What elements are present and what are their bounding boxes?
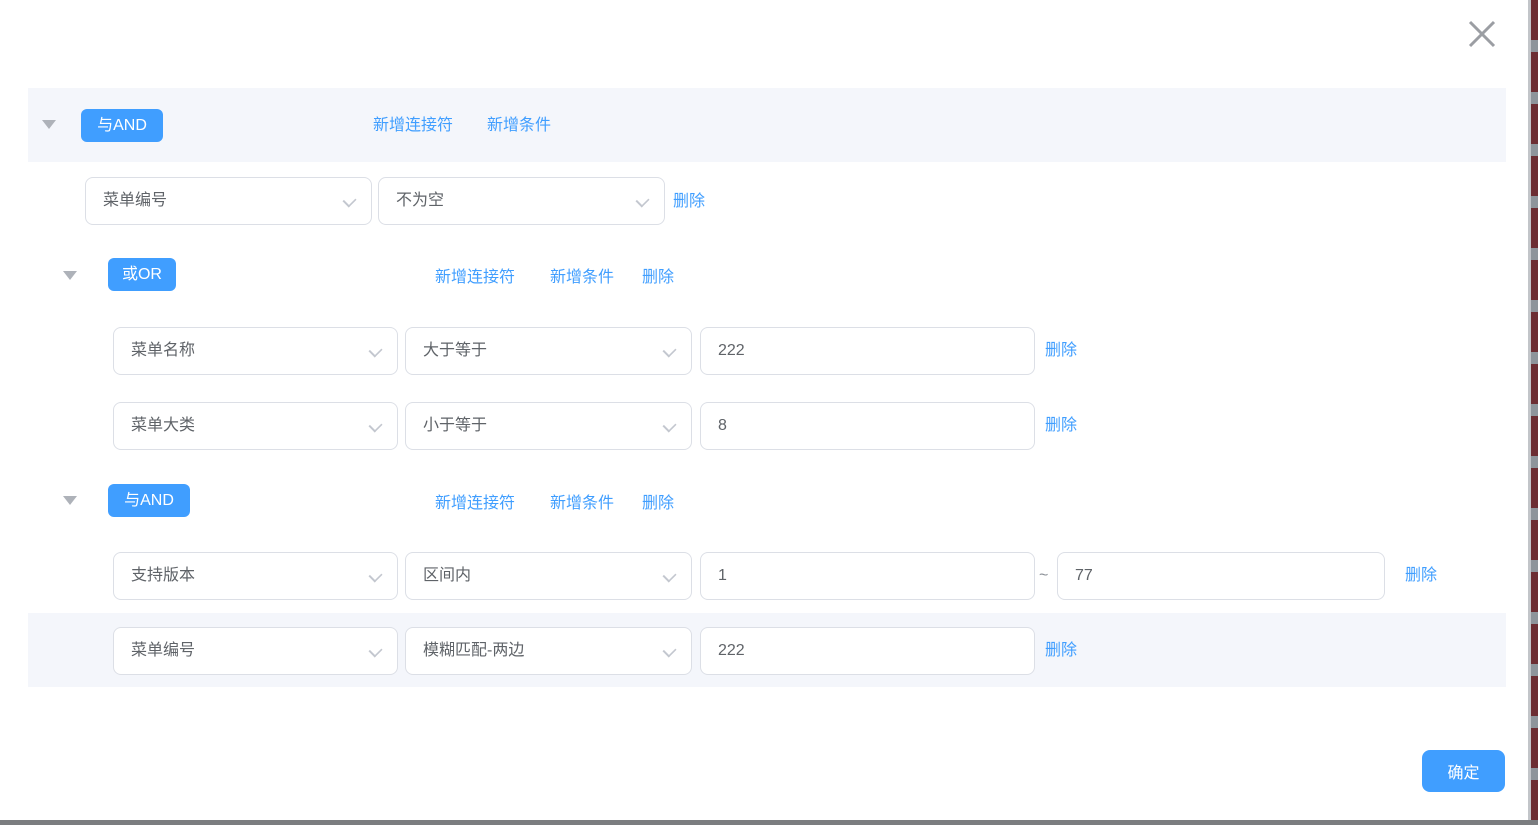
chevron-down-icon (368, 643, 382, 657)
condition-builder-dialog: 与AND 新增连接符 新增条件 菜单编号 不为空 删除 或OR 新增连接符 新增… (0, 0, 1538, 828)
delete-link[interactable]: 删除 (1045, 415, 1077, 437)
add-connector-link[interactable]: 新增连接符 (373, 115, 453, 137)
field-select-value: 菜单编号 (103, 178, 167, 224)
connector-tag-or[interactable]: 或OR (108, 258, 176, 291)
caret-down-icon[interactable] (63, 496, 77, 505)
connector-tag-and[interactable]: 与AND (108, 484, 190, 517)
chevron-down-icon (662, 568, 676, 582)
delete-link[interactable]: 删除 (1045, 340, 1077, 362)
operator-select[interactable]: 区间内 (405, 552, 692, 600)
add-condition-link[interactable]: 新增条件 (550, 267, 614, 289)
value-input[interactable] (700, 402, 1035, 450)
field-select-value: 支持版本 (131, 553, 195, 599)
field-select-value: 菜单编号 (131, 628, 195, 674)
add-condition-link[interactable]: 新增条件 (550, 493, 614, 515)
operator-select[interactable]: 大于等于 (405, 327, 692, 375)
operator-select[interactable]: 模糊匹配-两边 (405, 627, 692, 675)
field-select[interactable]: 菜单大类 (113, 402, 398, 450)
chevron-down-icon (662, 343, 676, 357)
field-select[interactable]: 菜单编号 (113, 627, 398, 675)
value-input[interactable] (700, 627, 1035, 675)
field-select-value: 菜单名称 (131, 328, 195, 374)
add-connector-link[interactable]: 新增连接符 (435, 493, 515, 515)
range-to-input[interactable] (1057, 552, 1385, 600)
operator-select-value: 区间内 (423, 553, 471, 599)
delete-link[interactable]: 删除 (673, 191, 705, 213)
field-select[interactable]: 支持版本 (113, 552, 398, 600)
range-separator: ~ (1039, 565, 1048, 587)
caret-down-icon[interactable] (63, 271, 77, 280)
operator-select-value: 不为空 (396, 178, 444, 224)
confirm-button[interactable]: 确定 (1422, 750, 1505, 792)
field-select-value: 菜单大类 (131, 403, 195, 449)
chevron-down-icon (368, 418, 382, 432)
add-condition-link[interactable]: 新增条件 (487, 115, 551, 137)
chevron-down-icon (635, 193, 649, 207)
close-icon (1465, 17, 1499, 51)
group-header-highlight (28, 88, 1506, 162)
delete-link[interactable]: 删除 (642, 267, 674, 289)
field-select[interactable]: 菜单名称 (113, 327, 398, 375)
operator-select[interactable]: 不为空 (378, 177, 665, 225)
window-edge-stripes (1531, 0, 1538, 821)
chevron-down-icon (662, 643, 676, 657)
connector-tag-root-and[interactable]: 与AND (81, 109, 163, 142)
caret-down-icon[interactable] (42, 120, 56, 129)
delete-link[interactable]: 删除 (1045, 640, 1077, 662)
delete-link[interactable]: 删除 (1405, 565, 1437, 587)
operator-select[interactable]: 小于等于 (405, 402, 692, 450)
value-input[interactable] (700, 327, 1035, 375)
chevron-down-icon (368, 568, 382, 582)
chevron-down-icon (662, 418, 676, 432)
delete-link[interactable]: 删除 (642, 493, 674, 515)
close-button[interactable] (1462, 15, 1502, 55)
field-select[interactable]: 菜单编号 (85, 177, 372, 225)
window-bottom-border (0, 820, 1538, 825)
chevron-down-icon (342, 193, 356, 207)
range-from-input[interactable] (700, 552, 1035, 600)
chevron-down-icon (368, 343, 382, 357)
operator-select-value: 模糊匹配-两边 (423, 628, 524, 674)
operator-select-value: 大于等于 (423, 328, 487, 374)
operator-select-value: 小于等于 (423, 403, 487, 449)
add-connector-link[interactable]: 新增连接符 (435, 267, 515, 289)
